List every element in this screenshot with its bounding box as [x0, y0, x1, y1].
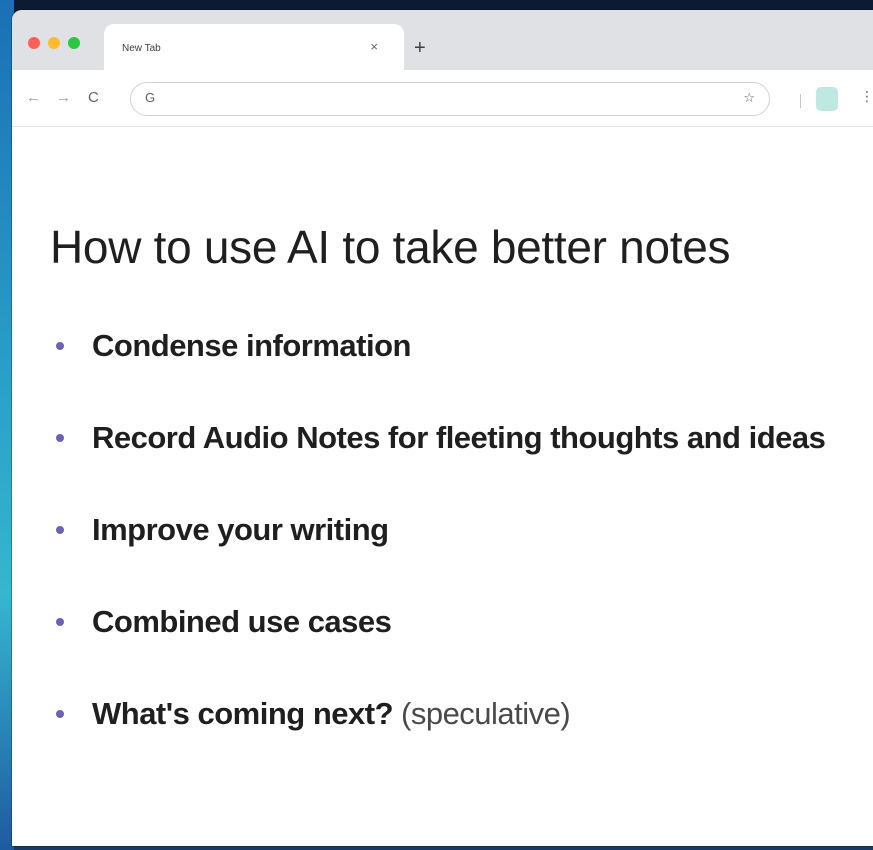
address-bar[interactable]: G ☆ — [130, 82, 770, 116]
tab-strip: New Tab × + — [12, 10, 873, 70]
maximize-window-button[interactable] — [68, 37, 80, 49]
close-window-button[interactable] — [28, 37, 40, 49]
list-item: Improve your writing — [56, 511, 825, 603]
list-item-text: Combined use cases — [92, 604, 392, 639]
page-title: How to use AI to take better notes — [50, 221, 731, 273]
bookmark-star-icon[interactable]: ☆ — [743, 90, 755, 106]
agenda-list: Condense information Record Audio Notes … — [56, 327, 826, 787]
forward-icon[interactable]: → — [56, 89, 71, 107]
list-item: Combined use cases — [56, 603, 825, 695]
back-icon[interactable]: ← — [26, 89, 41, 107]
bullet-dot-icon — [56, 342, 64, 350]
browser-window: New Tab × + ← → C G ☆ ⋮ How to use AI to… — [12, 10, 873, 846]
tab-new-tab[interactable]: New Tab × — [104, 24, 404, 70]
list-item-text: What's coming next? (speculative) — [92, 695, 571, 733]
list-item-text: Improve your writing — [92, 512, 389, 547]
list-item: Condense information — [56, 327, 825, 419]
list-item-main-text: What's coming next? — [92, 696, 394, 731]
tab-close-icon[interactable]: × — [370, 39, 378, 55]
minimize-window-button[interactable] — [48, 37, 60, 49]
list-item-text: Condense information — [92, 328, 411, 363]
slide-content: How to use AI to take better notes Conde… — [12, 127, 873, 846]
reload-icon[interactable]: C — [88, 89, 99, 107]
extension-icon[interactable] — [816, 87, 838, 111]
list-item-note: (speculative) — [401, 696, 571, 731]
bullet-dot-icon — [56, 526, 64, 534]
new-tab-button[interactable]: + — [414, 38, 426, 58]
toolbar-divider — [800, 94, 801, 108]
browser-toolbar: ← → C G ☆ ⋮ — [12, 70, 873, 127]
list-item: What's coming next? (speculative) — [56, 695, 825, 787]
browser-menu-icon[interactable]: ⋮ — [860, 88, 873, 105]
tab-title: New Tab — [122, 43, 161, 54]
bullet-dot-icon — [56, 618, 64, 626]
list-item: Record Audio Notes for fleeting thoughts… — [56, 419, 826, 511]
bullet-dot-icon — [56, 710, 64, 718]
list-item-text: Record Audio Notes for fleeting thoughts… — [92, 420, 826, 455]
search-engine-icon: G — [145, 90, 156, 105]
bullet-dot-icon — [56, 434, 64, 442]
